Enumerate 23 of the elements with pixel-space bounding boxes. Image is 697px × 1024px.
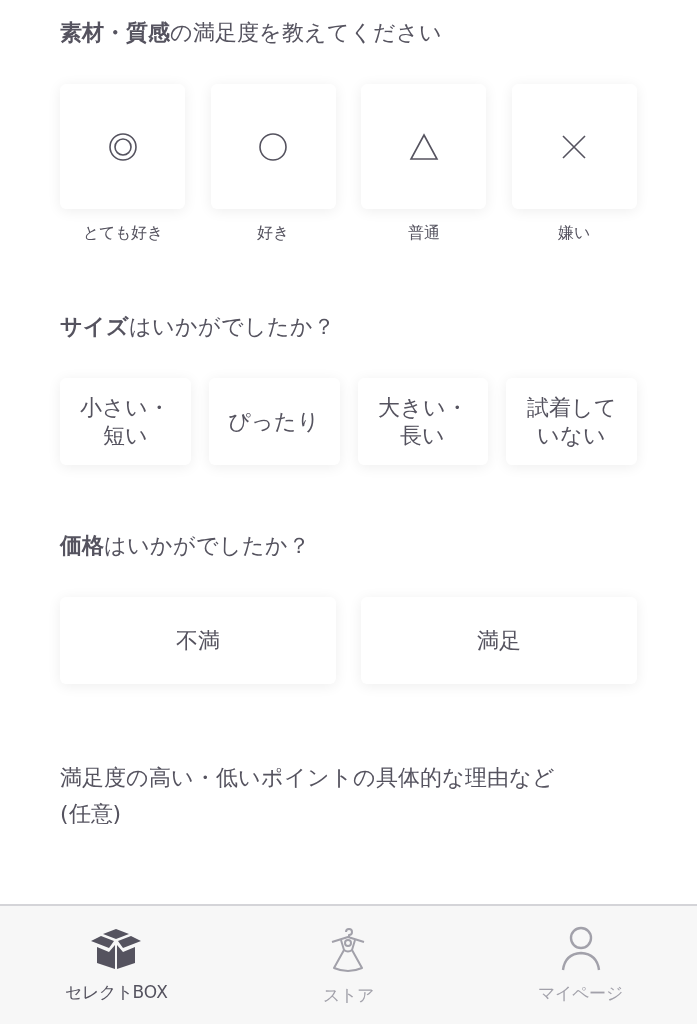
triangle-icon — [408, 131, 439, 162]
double-circle-icon — [107, 131, 138, 162]
price-option[interactable]: 不満 — [60, 597, 336, 684]
rating-label: 普通 — [407, 223, 440, 244]
section-heading: 価格はいかがでしたか？ — [60, 532, 311, 560]
size-option[interactable]: ぴったり — [208, 378, 340, 465]
rating-option[interactable] — [60, 84, 186, 209]
size-option[interactable]: 大きい・長い — [357, 378, 489, 465]
section-heading: サイズはいかがでしたか？ — [60, 313, 336, 341]
section-heading: 素材・質感の満足度を教えてください — [60, 19, 443, 47]
person-icon — [560, 925, 601, 972]
comment-label: 満足度の高い・低いポイントの具体的な理由など(任意) — [60, 764, 556, 828]
rating-option[interactable] — [361, 84, 487, 209]
rating-option[interactable] — [511, 84, 637, 209]
tab-bar-item[interactable]: セレクトBOX — [0, 906, 233, 1024]
circle-icon — [258, 131, 289, 162]
rating-option[interactable] — [210, 84, 336, 209]
size-option[interactable]: 試着していない — [506, 378, 637, 465]
rating-label: とても好き — [82, 223, 163, 244]
rating-label: 嫌い — [558, 223, 591, 244]
size-option[interactable]: 小さい・短い — [60, 378, 191, 465]
price-option[interactable]: 満足 — [361, 597, 637, 684]
rating-label: 好き — [257, 223, 290, 244]
